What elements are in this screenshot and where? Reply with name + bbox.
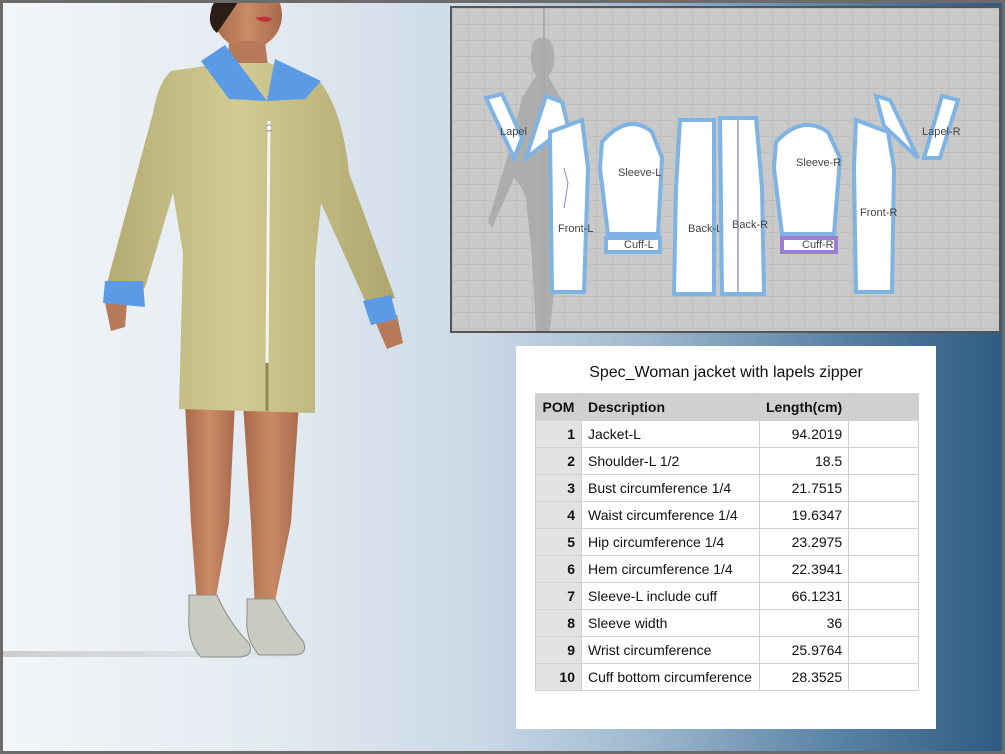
cell-length: 23.2975 bbox=[758, 528, 850, 556]
spec-table-card: Spec_Woman jacket with lapels zipper POM… bbox=[516, 346, 936, 729]
cell-description: Sleeve width bbox=[581, 609, 760, 637]
label-sleeve-r: Sleeve-R bbox=[796, 157, 841, 169]
cell-empty bbox=[848, 555, 920, 583]
col-header-empty bbox=[848, 393, 920, 421]
label-lapel-l: Lapel bbox=[500, 126, 527, 138]
avatar-leg-left bbox=[185, 403, 235, 603]
col-header-pom: POM bbox=[535, 393, 582, 421]
cell-length: 18.5 bbox=[758, 447, 850, 475]
avatar-hand-left bbox=[105, 303, 127, 331]
cell-description: Jacket-L bbox=[581, 420, 760, 448]
jacket-body[interactable] bbox=[107, 63, 395, 413]
jacket-zipper[interactable] bbox=[265, 120, 271, 364]
cell-length: 66.1231 bbox=[758, 582, 850, 610]
piece-sleeve-r[interactable]: Sleeve-R bbox=[771, 123, 843, 236]
cell-pom: 5 bbox=[535, 528, 582, 556]
cell-empty bbox=[848, 528, 920, 556]
label-back-r: Back-R bbox=[732, 219, 768, 231]
cell-length: 36 bbox=[758, 609, 850, 637]
cell-pom: 9 bbox=[535, 636, 582, 664]
pattern-2d-window[interactable]: Lapel Front-L Sleeve-L Cuff-L Back-L Bac… bbox=[450, 6, 1001, 333]
piece-cuff-l[interactable]: Cuff-L bbox=[604, 236, 662, 254]
table-row: 9 Wrist circumference 25.9764 bbox=[535, 636, 920, 664]
cell-description: Bust circumference 1/4 bbox=[581, 474, 760, 502]
table-row: 8 Sleeve width 36 bbox=[535, 609, 920, 637]
spec-header-row: POM Description Length(cm) bbox=[535, 393, 920, 421]
avatar-3d-model[interactable] bbox=[3, 3, 443, 663]
piece-cuff-r[interactable]: Cuff-R bbox=[780, 236, 838, 254]
label-front-r: Front-R bbox=[860, 207, 897, 219]
avatar-leg-right bbox=[243, 403, 299, 611]
table-row: 4 Waist circumference 1/4 19.6347 bbox=[535, 501, 920, 529]
3d-viewport[interactable]: Lapel Front-L Sleeve-L Cuff-L Back-L Bac… bbox=[3, 3, 1002, 751]
cell-pom: 2 bbox=[535, 447, 582, 475]
cell-pom: 3 bbox=[535, 474, 582, 502]
cell-empty bbox=[848, 582, 920, 610]
piece-sleeve-l[interactable]: Sleeve-L bbox=[597, 122, 665, 236]
spec-title: Spec_Woman jacket with lapels zipper bbox=[589, 364, 863, 381]
cell-empty bbox=[848, 474, 920, 502]
label-cuff-r: Cuff-R bbox=[802, 239, 834, 251]
label-cuff-l: Cuff-L bbox=[624, 239, 654, 251]
cell-empty bbox=[848, 609, 920, 637]
label-back-l: Back-L bbox=[688, 223, 722, 235]
cell-pom: 6 bbox=[535, 555, 582, 583]
label-lapel-r: Lapel-R bbox=[922, 126, 961, 138]
cell-description: Hip circumference 1/4 bbox=[581, 528, 760, 556]
cell-pom: 8 bbox=[535, 609, 582, 637]
label-sleeve-l: Sleeve-L bbox=[618, 167, 661, 179]
cell-length: 94.2019 bbox=[758, 420, 850, 448]
cell-pom: 4 bbox=[535, 501, 582, 529]
zipper-pull[interactable] bbox=[265, 124, 273, 132]
cuff-left[interactable] bbox=[103, 281, 145, 307]
cell-description: Waist circumference 1/4 bbox=[581, 501, 760, 529]
cell-pom: 1 bbox=[535, 420, 582, 448]
col-header-length: Length(cm) bbox=[758, 393, 850, 421]
label-front-l: Front-L bbox=[558, 223, 593, 235]
cell-pom: 10 bbox=[535, 663, 582, 691]
table-row: 10 Cuff bottom circumference 28.3525 bbox=[535, 663, 920, 691]
piece-front-r[interactable]: Front-R bbox=[851, 117, 897, 294]
cell-empty bbox=[848, 636, 920, 664]
table-row: 3 Bust circumference 1/4 21.7515 bbox=[535, 474, 920, 502]
table-row: 1 Jacket-L 94.2019 bbox=[535, 420, 920, 448]
cell-length: 21.7515 bbox=[758, 474, 850, 502]
cell-length: 25.9764 bbox=[758, 636, 850, 664]
table-row: 2 Shoulder-L 1/2 18.5 bbox=[535, 447, 920, 475]
table-row: 6 Hem circumference 1/4 22.3941 bbox=[535, 555, 920, 583]
table-row: 7 Sleeve-L include cuff 66.1231 bbox=[535, 582, 920, 610]
table-row: 5 Hip circumference 1/4 23.2975 bbox=[535, 528, 920, 556]
cell-description: Wrist circumference bbox=[581, 636, 760, 664]
piece-back-l[interactable]: Back-L bbox=[671, 118, 722, 296]
cell-empty bbox=[848, 663, 920, 691]
cell-length: 19.6347 bbox=[758, 501, 850, 529]
cell-length: 28.3525 bbox=[758, 663, 850, 691]
cell-description: Sleeve-L include cuff bbox=[581, 582, 760, 610]
col-header-description: Description bbox=[581, 393, 760, 421]
cell-pom: 7 bbox=[535, 582, 582, 610]
spec-table: POM Description Length(cm) 1 Jacket-L 94.2… bbox=[535, 393, 920, 691]
cell-empty bbox=[848, 501, 920, 529]
cell-length: 22.3941 bbox=[758, 555, 850, 583]
cell-description: Shoulder-L 1/2 bbox=[581, 447, 760, 475]
cell-empty bbox=[848, 447, 920, 475]
cell-empty bbox=[848, 420, 920, 448]
avatar-shoe-left bbox=[188, 594, 251, 658]
cell-description: Cuff bottom circumference bbox=[581, 663, 760, 691]
avatar-shoe-right bbox=[246, 598, 306, 656]
cell-description: Hem circumference 1/4 bbox=[581, 555, 760, 583]
